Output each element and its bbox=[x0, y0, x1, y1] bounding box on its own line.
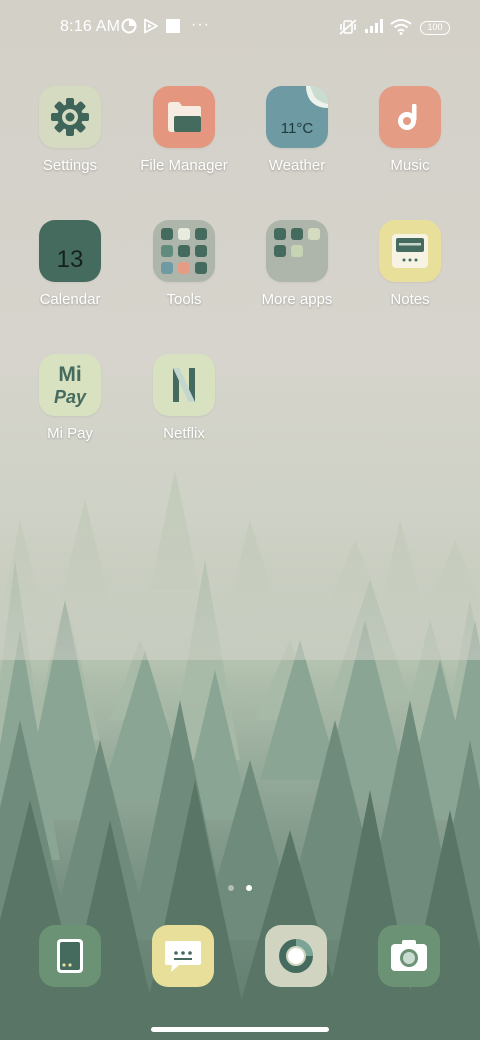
app-label: Calendar bbox=[39, 291, 101, 308]
mini-app-icon bbox=[161, 245, 173, 257]
mini-app-icon bbox=[308, 228, 320, 240]
messages-app[interactable] bbox=[152, 925, 214, 987]
page-dot-active bbox=[246, 885, 253, 891]
calendar-date: 13 bbox=[56, 246, 84, 273]
folder-more-apps[interactable]: More apps bbox=[242, 220, 352, 308]
mini-app-icon bbox=[195, 245, 207, 257]
app-label: Music bbox=[390, 157, 430, 174]
app-weather[interactable]: 11°C Weather bbox=[242, 86, 352, 174]
mini-app-icon bbox=[161, 262, 173, 274]
mini-app-icon bbox=[178, 245, 190, 257]
app-label: Notes bbox=[390, 291, 430, 308]
signal-icon bbox=[364, 18, 386, 39]
status-time: 8:16 AM bbox=[60, 18, 121, 35]
app-label: Tools bbox=[166, 291, 202, 308]
netflix-icon bbox=[153, 354, 215, 416]
app-label: Weather bbox=[268, 157, 326, 174]
page-indicator bbox=[0, 878, 480, 896]
mini-app-icon bbox=[178, 262, 190, 274]
mini-app-icon bbox=[291, 245, 303, 257]
status-bar: 8:16 AM ··· 100 bbox=[0, 0, 480, 56]
app-label: Netflix bbox=[163, 425, 205, 442]
vibrate-off-icon bbox=[338, 18, 358, 41]
weather-temp: 11°C bbox=[280, 120, 314, 137]
mini-app-icon bbox=[291, 228, 303, 240]
wifi-icon bbox=[390, 18, 412, 40]
browser-icon bbox=[279, 939, 313, 973]
app-label: More apps bbox=[261, 291, 333, 308]
app-label: File Manager bbox=[140, 157, 228, 174]
app-settings[interactable]: Settings bbox=[15, 86, 125, 174]
folder-icon bbox=[153, 86, 215, 148]
mi-pay-top-text: Mi bbox=[58, 363, 82, 386]
mini-app-icon bbox=[178, 228, 190, 240]
folder-tools-icon bbox=[153, 220, 215, 282]
messages-icon bbox=[165, 941, 201, 972]
music-note-icon bbox=[379, 86, 441, 148]
data-saver-icon bbox=[121, 18, 137, 39]
mini-app-icon bbox=[274, 245, 286, 257]
camera-app[interactable] bbox=[378, 925, 440, 987]
play-protect-icon bbox=[143, 18, 159, 39]
mini-app-icon bbox=[195, 228, 207, 240]
app-music[interactable]: Music bbox=[355, 86, 465, 174]
calendar-icon: 13 bbox=[39, 220, 101, 282]
gear-icon bbox=[39, 86, 101, 148]
mini-app-icon bbox=[161, 228, 173, 240]
mini-app-icon bbox=[195, 262, 207, 274]
phone-icon bbox=[57, 939, 83, 973]
phone-app[interactable] bbox=[39, 925, 101, 987]
app-netflix[interactable]: Netflix bbox=[129, 354, 239, 442]
app-label: Mi Pay bbox=[47, 425, 93, 442]
home-indicator-bar[interactable] bbox=[151, 1027, 329, 1032]
app-mi-pay[interactable]: Mi Pay Mi Pay bbox=[15, 354, 125, 442]
battery-icon: 100 bbox=[420, 21, 450, 35]
page-dot bbox=[227, 885, 234, 891]
app-file-manager[interactable]: File Manager bbox=[129, 86, 239, 174]
notes-icon bbox=[379, 220, 441, 282]
app-calendar[interactable]: 13 Calendar bbox=[15, 220, 125, 308]
camera-icon bbox=[391, 940, 427, 971]
folder-more-apps-icon bbox=[266, 220, 328, 282]
mi-pay-icon: Mi Pay bbox=[39, 354, 101, 416]
app-notes[interactable]: Notes bbox=[355, 220, 465, 308]
more-icon: ··· bbox=[191, 16, 210, 33]
app-label: Settings bbox=[42, 157, 98, 174]
mini-app-icon bbox=[274, 228, 286, 240]
browser-app[interactable] bbox=[265, 925, 327, 987]
weather-icon: 11°C bbox=[266, 86, 328, 148]
folder-tools[interactable]: Tools bbox=[129, 220, 239, 308]
mi-pay-bottom-text: Pay bbox=[53, 387, 87, 407]
stop-icon bbox=[165, 18, 181, 39]
